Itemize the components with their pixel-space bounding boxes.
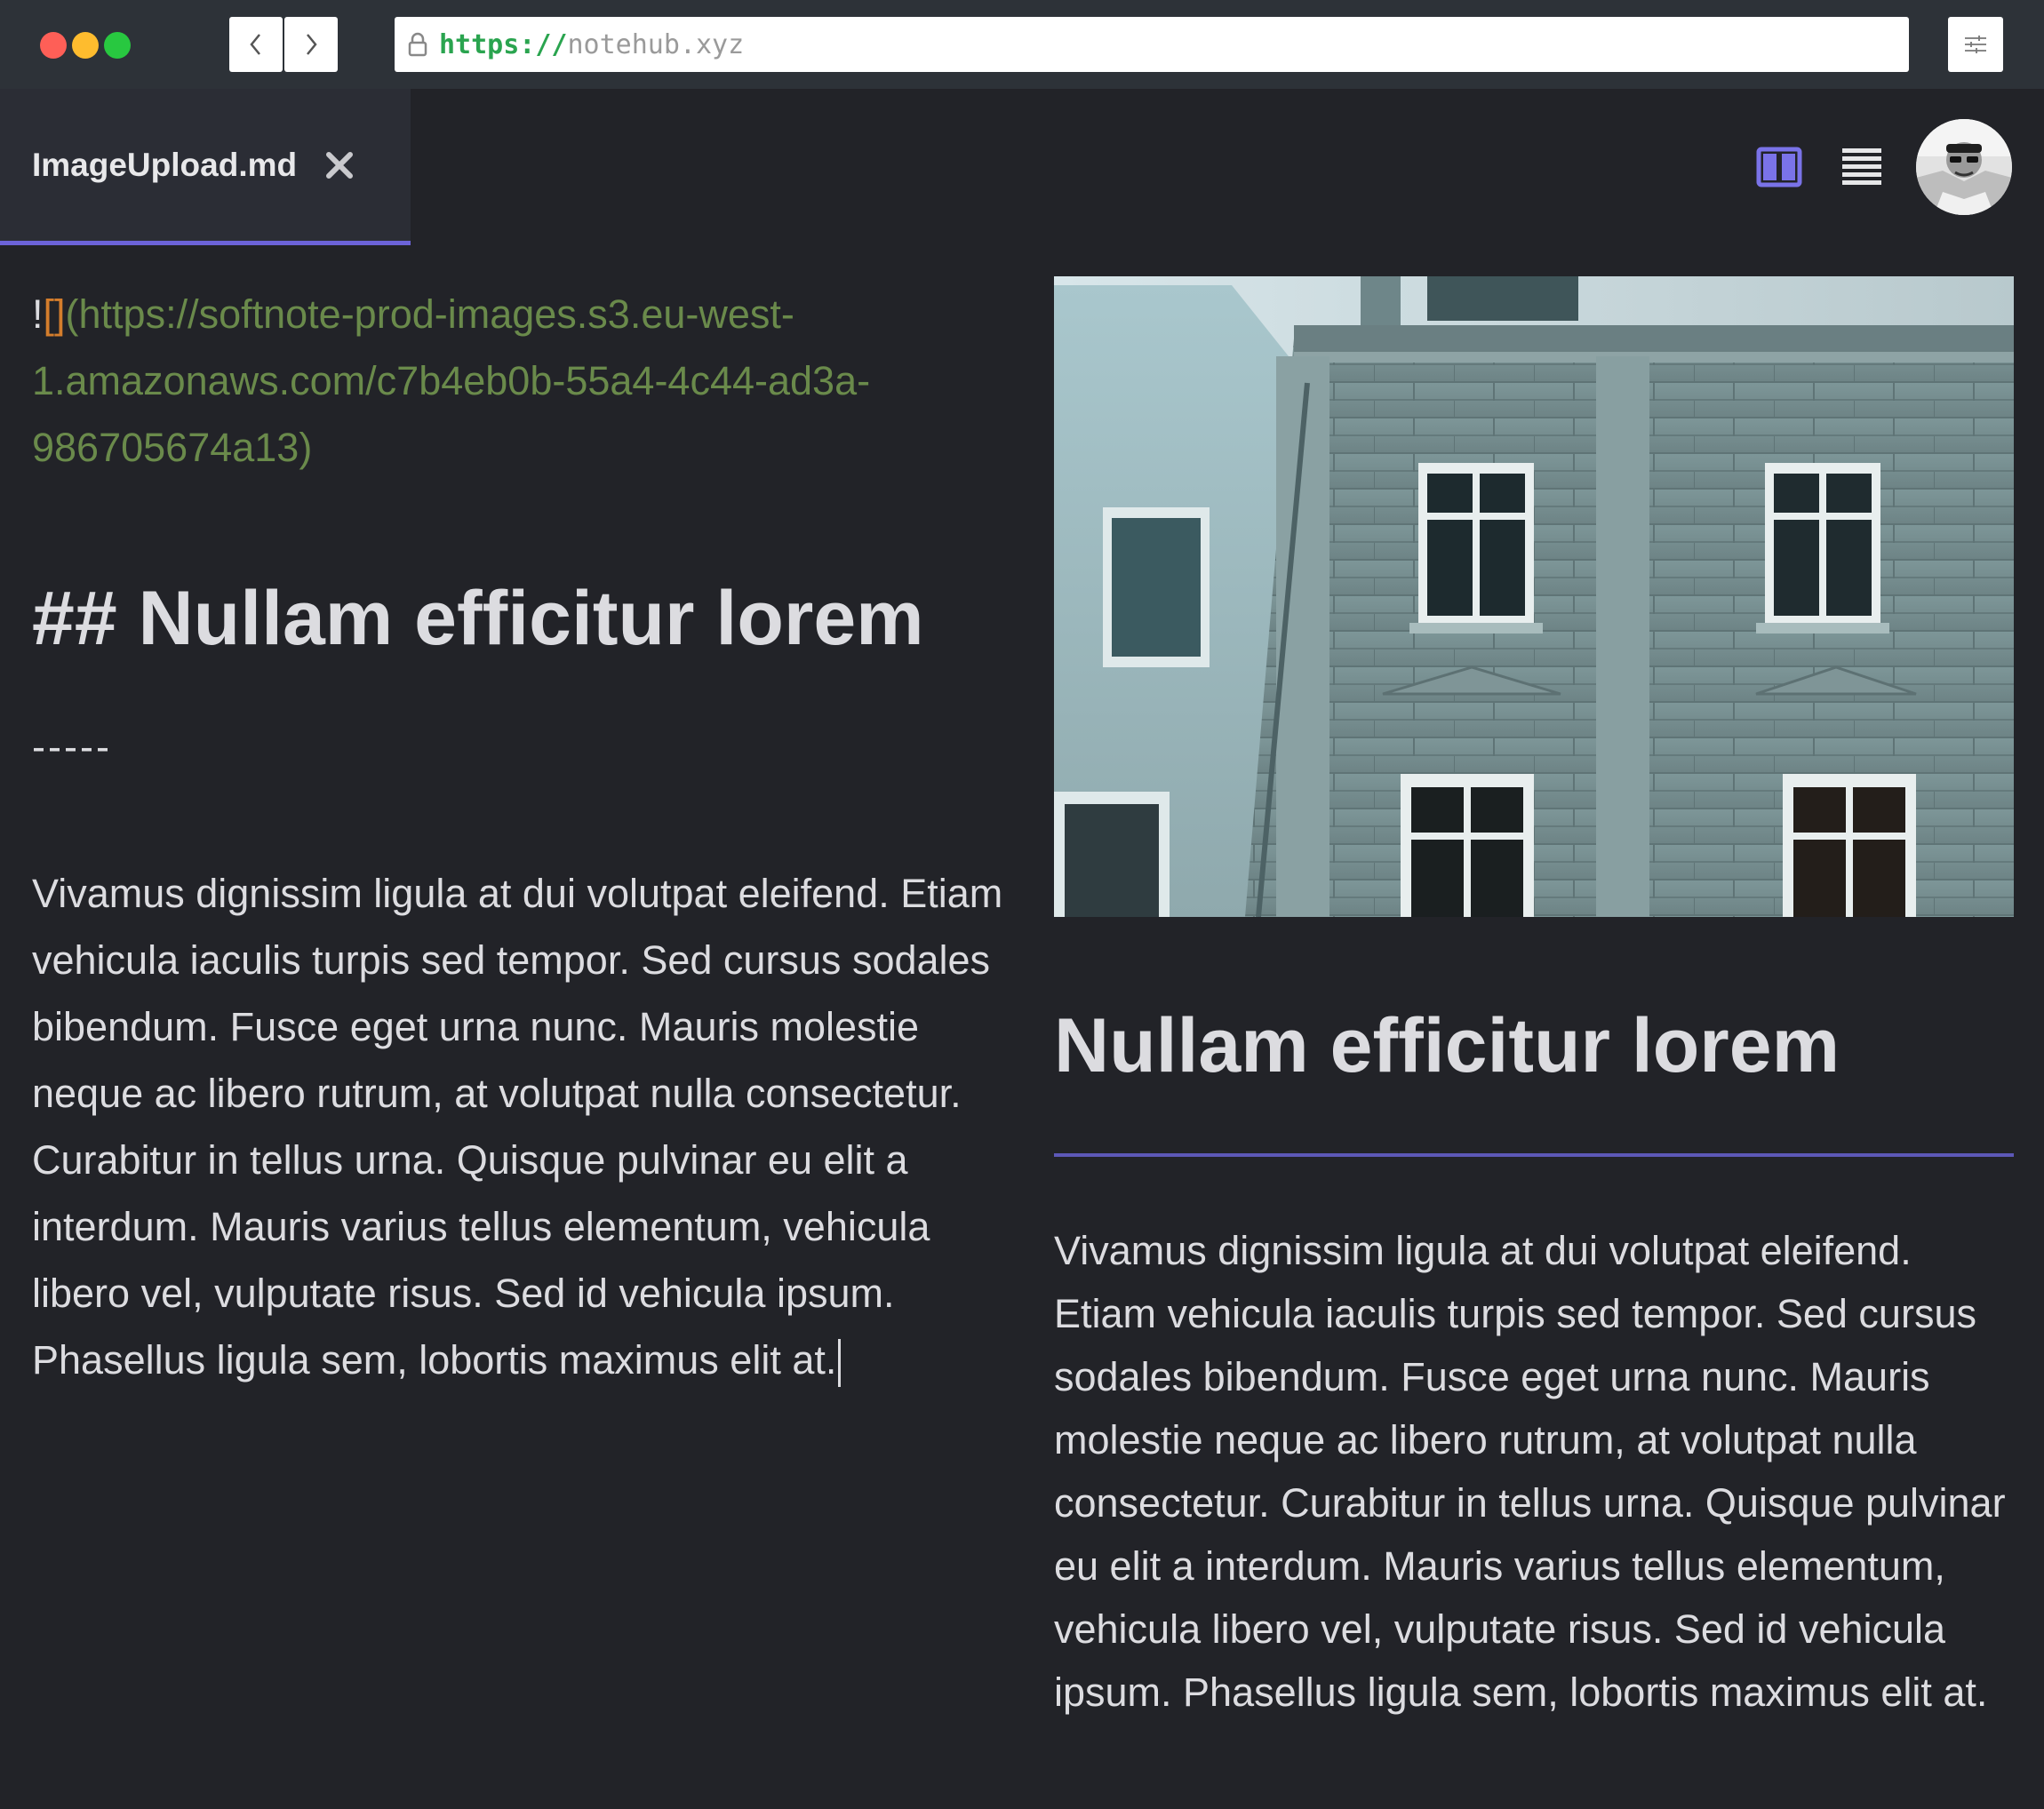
markdown-preview: Nullam efficitur lorem Vivamus dignissim… — [1054, 276, 2014, 1724]
preview-rule — [1054, 1153, 2014, 1157]
address-bar[interactable]: https:// notehub.xyz — [395, 17, 1909, 72]
maximize-window-button[interactable] — [104, 32, 131, 59]
preview-paragraph: Vivamus dignissim ligula at dui volutpat… — [1054, 1228, 2006, 1715]
editor-paragraph-text: Vivamus dignissim ligula at dui volutpat… — [32, 871, 1003, 1383]
close-icon[interactable] — [323, 149, 355, 181]
editor-paragraph: Vivamus dignissim ligula at dui volutpat… — [32, 860, 1010, 1393]
chevron-left-icon — [250, 34, 260, 55]
text-caret — [838, 1339, 842, 1388]
image-url: (https://softnote-prod-images.s3.eu-west… — [32, 291, 871, 470]
markdown-editor[interactable]: ![](https://softnote-prod-images.s3.eu-w… — [32, 281, 1010, 1393]
url-host: notehub.xyz — [567, 28, 745, 60]
forward-button[interactable] — [284, 17, 338, 72]
split-view-button[interactable] — [1756, 146, 1802, 188]
preview-heading: Nullam efficitur lorem — [1054, 1003, 1840, 1088]
avatar[interactable] — [1916, 119, 2012, 215]
close-window-button[interactable] — [40, 32, 67, 59]
sliders-icon — [1965, 36, 1986, 53]
editor-heading: ## Nullam efficitur lorem — [32, 576, 924, 661]
url-scheme: https:// — [439, 28, 568, 60]
image-brackets: [] — [43, 291, 66, 337]
list-view-icon — [1842, 148, 1881, 185]
image-markdown-line: ![](https://softnote-prod-images.s3.eu-w… — [32, 281, 1010, 481]
list-view-button[interactable] — [1840, 146, 1884, 188]
tab-imageupload[interactable]: ImageUpload.md — [0, 89, 411, 245]
split-view-icon — [1756, 147, 1802, 187]
app-header: ImageUpload.md — [0, 89, 2044, 245]
editor-rule: ----- — [32, 724, 112, 769]
lock-icon — [407, 31, 428, 58]
back-button[interactable] — [229, 17, 283, 72]
image-bang: ! — [32, 291, 44, 337]
settings-button[interactable] — [1948, 17, 2003, 72]
chevron-right-icon — [307, 34, 317, 55]
minimize-window-button[interactable] — [72, 32, 99, 59]
browser-chrome: https:// notehub.xyz — [0, 0, 2044, 89]
building-photo — [1054, 276, 2014, 917]
tab-label: ImageUpload.md — [32, 146, 298, 183]
